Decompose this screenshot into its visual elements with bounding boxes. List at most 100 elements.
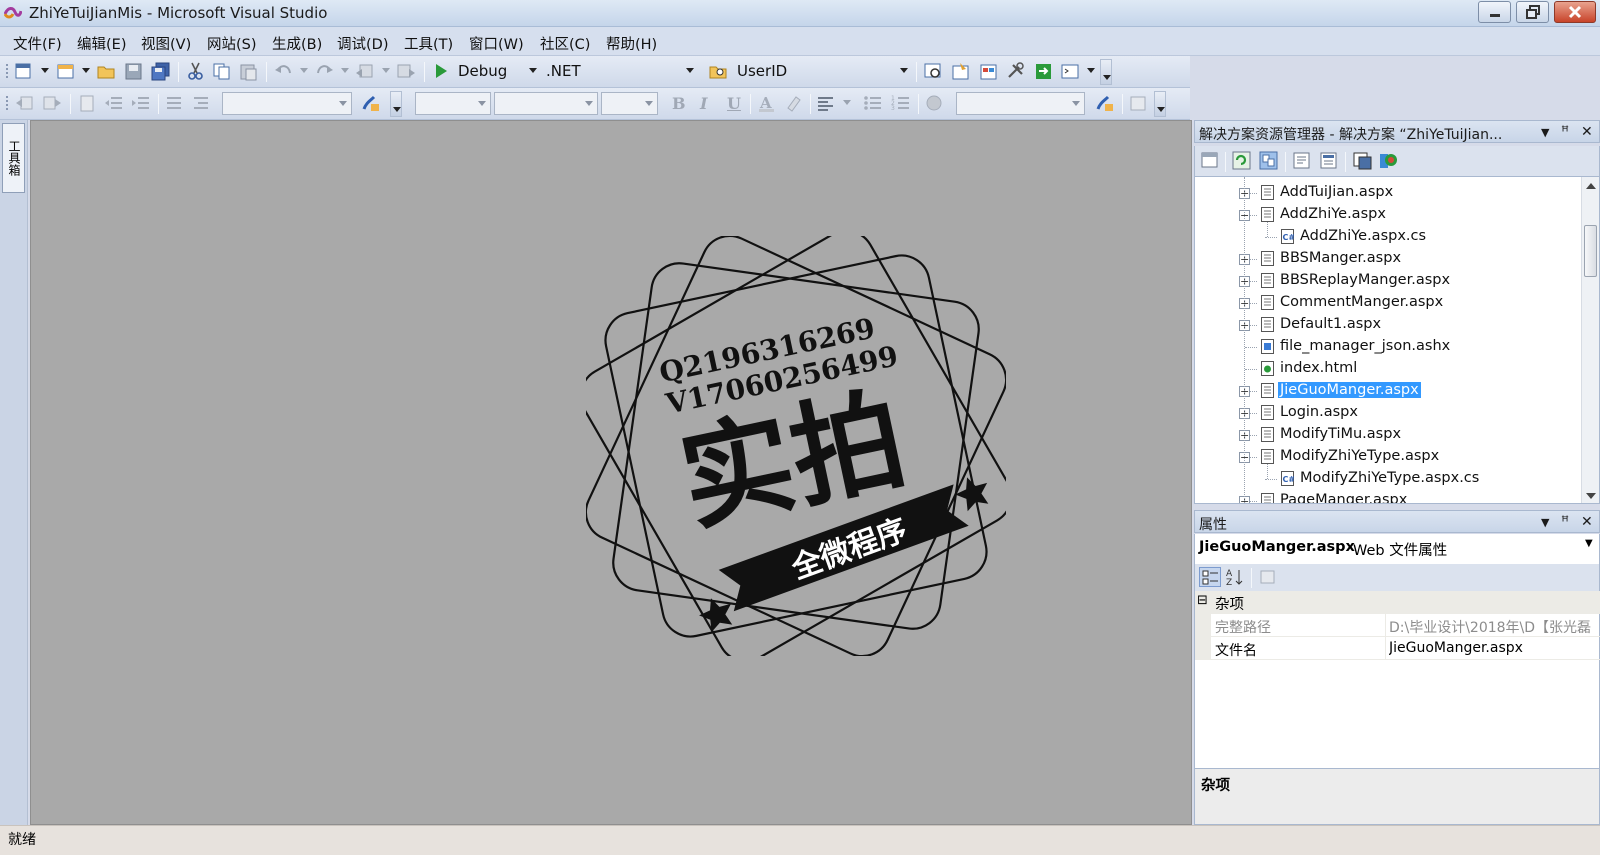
property-row-file-name[interactable]: 文件名 JieGuoManger.aspx	[1195, 637, 1600, 660]
tree-item[interactable]: + BBSManger.aspx	[1195, 248, 1580, 270]
nest-related-files-button[interactable]	[1258, 150, 1280, 170]
new-project-dropdown[interactable]	[41, 68, 49, 73]
redo-dropdown[interactable]	[341, 68, 349, 73]
tree-item[interactable]: + ModifyTiMu.aspx	[1195, 424, 1580, 446]
panel-close-icon[interactable]: ✕	[1581, 124, 1593, 140]
align-button[interactable]	[815, 93, 837, 113]
bulleted-list-button[interactable]	[862, 93, 884, 113]
italic-button[interactable]: I	[700, 94, 707, 113]
view-code-button[interactable]	[1291, 150, 1313, 170]
chevron-down-icon[interactable]: ▼	[1585, 538, 1593, 549]
toolbar-overflow-button[interactable]	[1100, 59, 1112, 85]
forward-button[interactable]	[41, 93, 63, 113]
toolbox-tab[interactable]: 工具箱	[2, 123, 25, 193]
paste-button[interactable]	[238, 61, 260, 81]
solution-configuration-dropdown[interactable]	[529, 68, 537, 73]
properties-window-button[interactable]	[950, 61, 972, 81]
menu-edit[interactable]: 编辑(E)	[77, 33, 126, 54]
style-application-button[interactable]	[360, 93, 382, 113]
toolbar-overflow-button[interactable]	[390, 91, 402, 117]
properties-button[interactable]	[1199, 150, 1221, 170]
scroll-thumb[interactable]	[1584, 225, 1597, 277]
tree-item[interactable]: + Login.aspx	[1195, 402, 1580, 424]
undo-dropdown[interactable]	[300, 68, 308, 73]
foreground-color-button[interactable]: A	[756, 93, 778, 113]
pin-icon[interactable]: ꟸ	[1561, 124, 1569, 140]
categorized-button[interactable]	[1199, 567, 1221, 587]
properties-object-selector[interactable]: JieGuoManger.aspx Web 文件属性 ▼	[1194, 534, 1600, 564]
refresh-button[interactable]	[1231, 150, 1253, 170]
tree-item[interactable]: + Default1.aspx	[1195, 314, 1580, 336]
comment-button[interactable]	[163, 93, 185, 113]
add-item-dropdown[interactable]	[82, 68, 90, 73]
redo-button[interactable]	[313, 61, 335, 81]
hyperlink-button[interactable]	[924, 93, 946, 113]
open-button[interactable]	[96, 61, 118, 81]
uncomment-button[interactable]	[190, 93, 212, 113]
menu-window[interactable]: 窗口(W)	[469, 33, 524, 54]
tree-item[interactable]: C# ModifyZhiYeType.aspx.cs	[1195, 468, 1580, 490]
navigate-backward-dropdown[interactable]	[382, 68, 390, 73]
editor-area[interactable]: Q2196316269 V17060256499 实拍 全微程序	[30, 120, 1192, 825]
start-debugging-button[interactable]	[430, 61, 452, 81]
cut-button[interactable]	[185, 61, 207, 81]
scroll-down-icon[interactable]	[1586, 493, 1596, 499]
menu-community[interactable]: 社区(C)	[540, 33, 590, 54]
panel-menu-chevron-down-icon[interactable]: ▼	[1541, 516, 1549, 529]
underline-button[interactable]: U	[727, 94, 741, 113]
asp-net-configuration-button[interactable]	[1378, 150, 1400, 170]
menu-build[interactable]: 生成(B)	[272, 33, 322, 54]
solution-platform-dropdown[interactable]	[686, 68, 694, 73]
tree-item[interactable]: + CommentManger.aspx	[1195, 292, 1580, 314]
tree-item[interactable]: C# AddZhiYe.aspx.cs	[1195, 226, 1580, 248]
save-button[interactable]	[123, 61, 145, 81]
solution-explorer-button[interactable]	[922, 61, 944, 81]
property-value[interactable]: JieGuoManger.aspx	[1389, 640, 1597, 656]
decrease-indent-button[interactable]	[103, 93, 125, 113]
copy-button[interactable]	[211, 61, 233, 81]
menu-help[interactable]: 帮助(H)	[606, 33, 657, 54]
toolbox-button[interactable]	[1005, 61, 1027, 81]
property-pages-button[interactable]	[1257, 567, 1279, 587]
tree-item[interactable]: + AddTuiJian.aspx	[1195, 182, 1580, 204]
save-all-button[interactable]	[150, 61, 172, 81]
alphabetical-button[interactable]: AZ	[1225, 567, 1247, 587]
font-name-combo[interactable]	[415, 92, 491, 115]
scroll-up-icon[interactable]	[1586, 183, 1596, 189]
add-item-button[interactable]	[55, 61, 77, 81]
copy-website-button[interactable]	[1352, 150, 1374, 170]
background-color-button[interactable]	[783, 93, 805, 113]
property-row-full-path[interactable]: 完整路径 D:\毕业设计\2018年\D【张光磊	[1195, 614, 1600, 637]
property-category[interactable]: ⊟ 杂项	[1195, 591, 1600, 614]
navigate-backward-button[interactable]	[354, 61, 376, 81]
attach-stylesheet-button[interactable]	[1128, 93, 1150, 113]
tree-item[interactable]: + PageManger.aspx	[1195, 490, 1580, 503]
solution-configuration-combo[interactable]: Debug	[458, 62, 507, 80]
font-family-combo[interactable]	[494, 92, 598, 115]
tree-item[interactable]: − AddZhiYe.aspx	[1195, 204, 1580, 226]
solution-platform-combo[interactable]: .NET	[546, 62, 581, 80]
format-block-button[interactable]	[76, 93, 98, 113]
block-format-combo[interactable]	[222, 92, 352, 115]
back-button[interactable]	[14, 93, 36, 113]
panel-close-icon[interactable]: ✕	[1581, 514, 1593, 530]
numbered-list-button[interactable]: 123	[890, 93, 912, 113]
tree-item[interactable]: file_manager_json.ashx	[1195, 336, 1580, 358]
close-button[interactable]	[1554, 1, 1596, 23]
font-size-combo[interactable]	[601, 92, 658, 115]
tree-item[interactable]: + JieGuoManger.aspx	[1195, 380, 1580, 402]
menu-website[interactable]: 网站(S)	[207, 33, 257, 54]
tree-item[interactable]: − ModifyZhiYeType.aspx	[1195, 446, 1580, 468]
minimize-button[interactable]	[1478, 1, 1511, 23]
view-designer-button[interactable]	[1318, 150, 1340, 170]
undo-button[interactable]	[273, 61, 295, 81]
new-style-button[interactable]	[1094, 93, 1116, 113]
increase-indent-button[interactable]	[130, 93, 152, 113]
pin-icon[interactable]: ꟸ	[1561, 514, 1569, 530]
menu-view[interactable]: 视图(V)	[141, 33, 191, 54]
toolbar-overflow-button[interactable]	[1154, 91, 1166, 117]
menu-file[interactable]: 文件(F)	[13, 33, 62, 54]
collapse-icon[interactable]: ⊟	[1197, 593, 1208, 608]
find-combo[interactable]: UserID	[737, 62, 787, 80]
navigate-forward-button[interactable]	[395, 61, 417, 81]
